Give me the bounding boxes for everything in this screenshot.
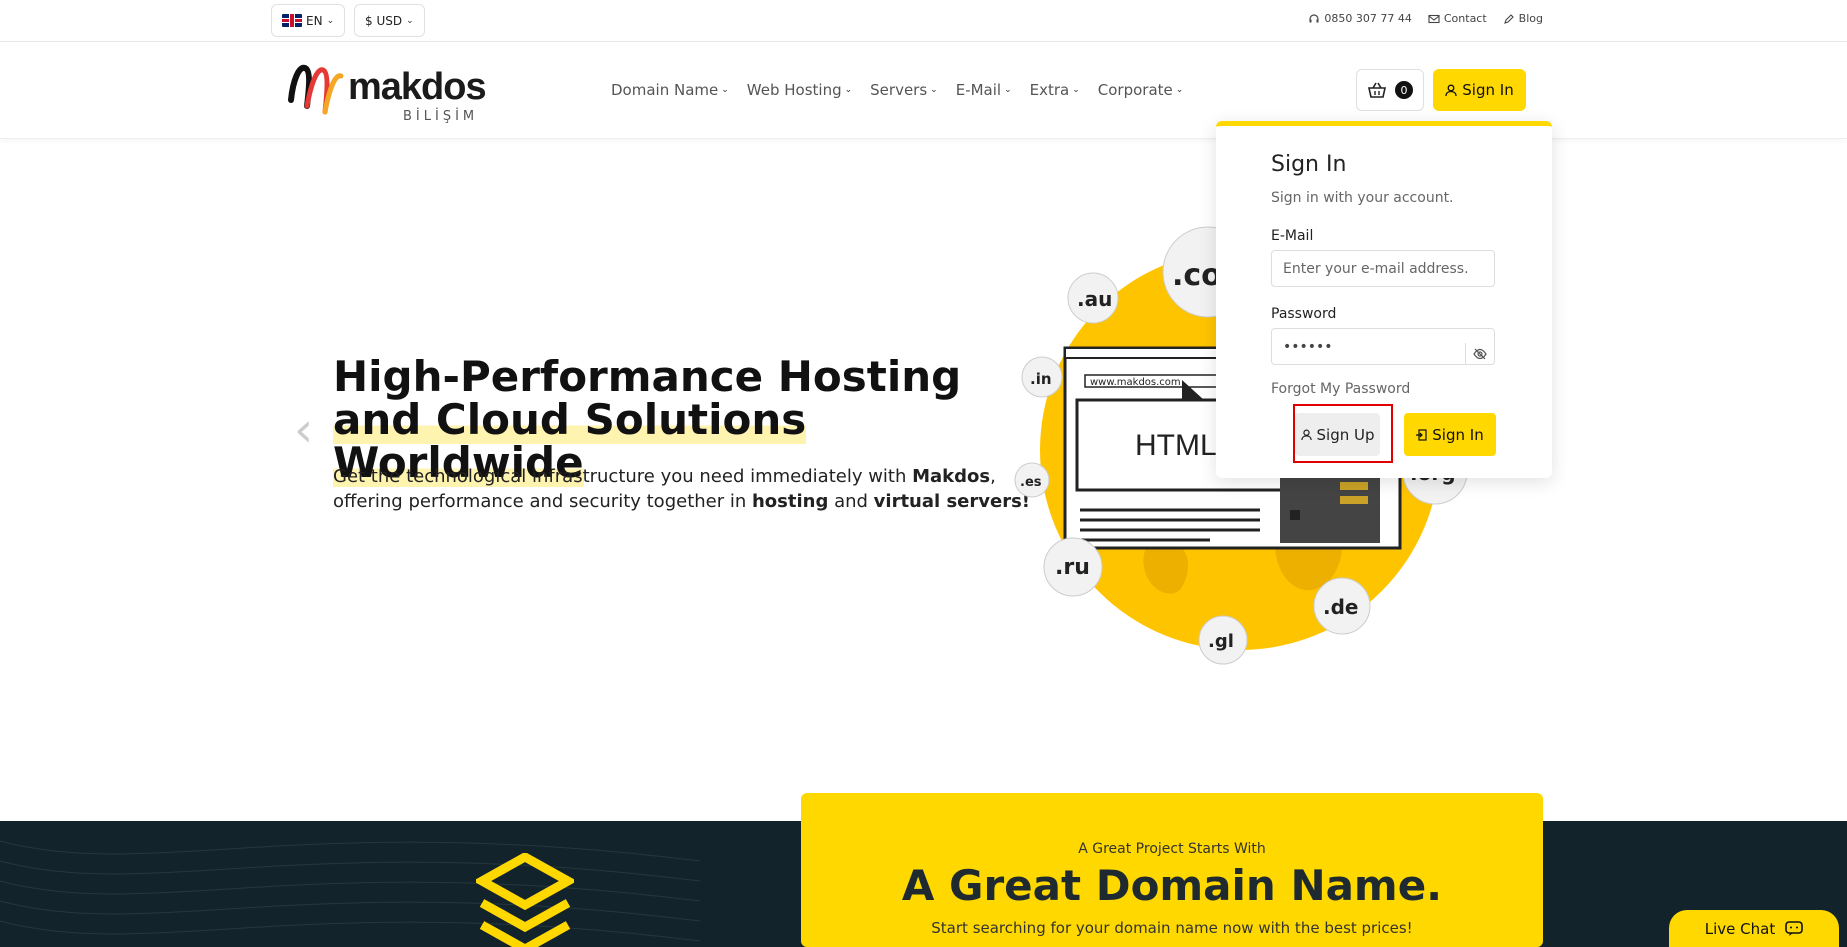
menu-extra[interactable]: Extra ⌄ [1030, 81, 1080, 99]
hero-description: Get the technological infrastructure you… [333, 466, 1030, 512]
mail-icon [1428, 14, 1440, 23]
chevron-down-icon: ⌄ [930, 85, 938, 95]
domain-headline: A Great Domain Name. [901, 861, 1443, 910]
chevron-down-icon: ⌄ [1004, 85, 1012, 95]
forgot-password-link[interactable]: Forgot My Password [1271, 381, 1410, 397]
email-label: E-Mail [1271, 228, 1314, 244]
tld-ru: .ru [1055, 555, 1090, 580]
phone-link[interactable]: 0850 307 77 44 [1308, 12, 1412, 25]
contact-link[interactable]: Contact [1428, 12, 1487, 25]
cart-button[interactable]: 0 [1356, 69, 1424, 111]
tld-es: .es [1020, 475, 1042, 490]
domain-pre-text: A Great Project Starts With [1078, 841, 1266, 857]
user-icon [1445, 84, 1457, 96]
tld-in: .in [1030, 370, 1052, 388]
main-navbar: makdos BİLİŞİM Domain Name ⌄ Web Hosting ⌄… [0, 42, 1847, 139]
headset-icon [1309, 13, 1319, 22]
popup-title: Sign In [1271, 152, 1347, 177]
login-icon [1416, 428, 1427, 441]
carousel-prev-arrow-icon[interactable]: ‹ [294, 402, 313, 458]
password-label: Password [1271, 306, 1337, 322]
pencil-icon [1503, 13, 1514, 24]
brand-logo[interactable]: makdos BİLİŞİM [285, 60, 495, 124]
chevron-down-icon: ⌄ [1175, 85, 1184, 95]
tld-de: .de [1323, 595, 1358, 619]
toggle-password-visibility[interactable] [1465, 343, 1487, 365]
popup-sign-in-button[interactable]: Sign In [1404, 413, 1496, 456]
chevron-down-icon: ⌄ [1072, 85, 1080, 95]
wave-pattern [0, 840, 700, 942]
highlight-box [1293, 404, 1393, 463]
language-label: EN [306, 13, 323, 28]
sign-in-button[interactable]: Sign In [1433, 69, 1526, 111]
popup-subtitle: Sign in with your account. [1271, 190, 1454, 206]
chevron-down-icon: ⌄ [326, 15, 335, 26]
uk-flag-icon [282, 14, 302, 27]
tld-au: .au [1077, 287, 1112, 311]
blog-link[interactable]: Blog [1503, 12, 1543, 25]
chevron-down-icon: ⌄ [844, 85, 853, 95]
menu-corporate[interactable]: Corporate ⌄ [1098, 81, 1184, 99]
eye-off-icon [1473, 348, 1487, 360]
currency-label: $ USD [365, 13, 403, 28]
illustration-url: www.makdos.com [1090, 377, 1181, 388]
currency-selector[interactable]: $ USD ⌄ [354, 4, 425, 37]
domain-subtext: Start searching for your domain name now… [931, 919, 1413, 937]
cart-count-badge: 0 [1395, 81, 1413, 99]
top-bar: EN ⌄ $ USD ⌄ 0850 307 77 44 Contact Blog [0, 0, 1847, 42]
menu-email[interactable]: E-Mail ⌄ [956, 81, 1012, 99]
brand-name: makdos [348, 66, 487, 108]
language-selector[interactable]: EN ⌄ [271, 4, 346, 37]
illustration-html-label: HTML [1135, 429, 1217, 462]
chat-icon [1785, 920, 1804, 936]
main-menu: Domain Name ⌄ Web Hosting ⌄ Servers ⌄ E-Mai… [611, 81, 1183, 99]
email-input[interactable] [1271, 250, 1495, 287]
menu-web-hosting[interactable]: Web Hosting ⌄ [747, 81, 852, 99]
menu-domain-name[interactable]: Domain Name ⌄ [611, 81, 729, 99]
basket-icon [1368, 82, 1386, 98]
layers-icon [476, 853, 574, 947]
logo-mark-icon [288, 64, 344, 115]
chevron-down-icon: ⌄ [721, 85, 729, 95]
chevron-down-icon: ⌄ [406, 15, 414, 26]
brand-sub: BİLİŞİM [403, 109, 479, 124]
top-links: 0850 307 77 44 Contact Blog [1308, 12, 1543, 25]
domain-search-card: A Great Project Starts With A Great Doma… [801, 793, 1543, 947]
menu-servers[interactable]: Servers ⌄ [870, 81, 938, 99]
password-input[interactable] [1271, 328, 1495, 365]
tld-gl: .gl [1208, 631, 1234, 652]
live-chat-button[interactable]: Live Chat [1669, 910, 1839, 947]
